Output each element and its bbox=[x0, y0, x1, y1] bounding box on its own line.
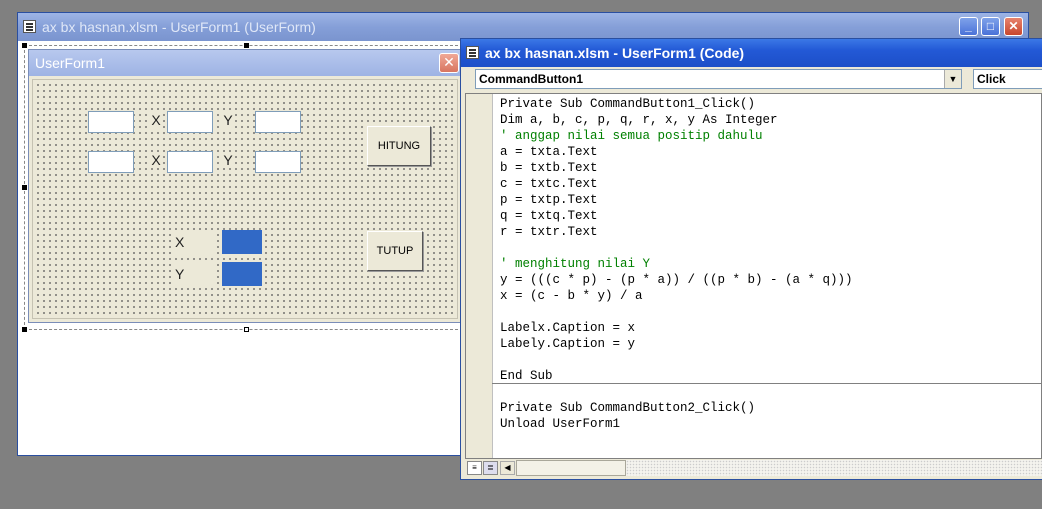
code-title-bar[interactable]: ax bx hasnan.xlsm - UserForm1 (Code) bbox=[461, 39, 1042, 67]
object-combobox-value: CommandButton1 bbox=[479, 72, 583, 86]
procedure-combobox-value: Click bbox=[977, 72, 1006, 86]
scroll-left-icon[interactable]: ◀ bbox=[500, 461, 515, 475]
txtc-textbox[interactable] bbox=[255, 111, 301, 133]
userform-body[interactable]: X Y X Y HITUNG TUTUP X Y bbox=[32, 79, 458, 319]
code-line-separator[interactable] bbox=[500, 384, 1041, 400]
scroll-track[interactable] bbox=[626, 460, 1042, 476]
minimize-button[interactable]: _ bbox=[959, 17, 978, 36]
userform1[interactable]: UserForm1 ✕ X Y X Y HITUNG TUTUP X Y bbox=[28, 49, 462, 323]
maximize-button[interactable]: □ bbox=[981, 17, 1000, 36]
code-window[interactable]: ax bx hasnan.xlsm - UserForm1 (Code) Com… bbox=[460, 38, 1042, 480]
resize-handle-tl[interactable] bbox=[22, 43, 27, 48]
scroll-thumb[interactable] bbox=[516, 460, 626, 476]
code-window-icon bbox=[466, 46, 479, 59]
row1-y-label: Y bbox=[221, 112, 235, 128]
code-line[interactable]: q = txtq.Text bbox=[500, 208, 1041, 224]
code-line[interactable] bbox=[500, 240, 1041, 256]
code-line[interactable]: Private Sub CommandButton1_Click() bbox=[500, 96, 1041, 112]
designer-title-bar[interactable]: ax bx hasnan.xlsm - UserForm1 (UserForm) bbox=[18, 13, 1028, 41]
txtp-textbox[interactable] bbox=[88, 151, 134, 173]
designer-title: ax bx hasnan.xlsm - UserForm1 (UserForm) bbox=[42, 19, 316, 35]
row2-y-label: Y bbox=[221, 152, 235, 168]
window-icon bbox=[23, 20, 36, 33]
code-line[interactable]: b = txtb.Text bbox=[500, 160, 1041, 176]
userform-title: UserForm1 bbox=[35, 55, 106, 71]
chevron-down-icon[interactable]: ▼ bbox=[944, 70, 961, 88]
procedure-combobox[interactable]: Click bbox=[973, 69, 1042, 89]
code-line[interactable]: Labely.Caption = y bbox=[500, 336, 1041, 352]
txtb-textbox[interactable] bbox=[167, 111, 213, 133]
code-line[interactable]: Private Sub CommandButton2_Click() bbox=[500, 400, 1041, 416]
code-line[interactable]: Dim a, b, c, p, q, r, x, y As Integer bbox=[500, 112, 1041, 128]
code-line[interactable]: ' menghitung nilai Y bbox=[500, 256, 1041, 272]
code-title: ax bx hasnan.xlsm - UserForm1 (Code) bbox=[485, 45, 745, 61]
object-combobox[interactable]: CommandButton1 ▼ bbox=[475, 69, 962, 89]
code-line[interactable]: y = (((c * p) - (p * a)) / ((p * b) - (a… bbox=[500, 272, 1041, 288]
txta-textbox[interactable] bbox=[88, 111, 134, 133]
margin-indicator-bar[interactable] bbox=[466, 94, 493, 458]
hitung-button[interactable]: HITUNG bbox=[367, 126, 431, 166]
code-line[interactable]: p = txtp.Text bbox=[500, 192, 1041, 208]
code-line[interactable]: r = txtr.Text bbox=[500, 224, 1041, 240]
close-button[interactable]: ✕ bbox=[1004, 17, 1023, 36]
code-line[interactable] bbox=[500, 352, 1041, 368]
procedure-view-icon[interactable]: ≡ bbox=[467, 461, 482, 475]
userform-close-icon[interactable]: ✕ bbox=[439, 53, 459, 73]
output-y-label: Y bbox=[173, 262, 215, 286]
code-line[interactable]: c = txtc.Text bbox=[500, 176, 1041, 192]
labely-output bbox=[222, 262, 262, 286]
code-line[interactable] bbox=[500, 304, 1041, 320]
txtr-textbox[interactable] bbox=[255, 151, 301, 173]
code-editor[interactable]: Private Sub CommandButton1_Click() Dim a,… bbox=[465, 93, 1042, 459]
txtq-textbox[interactable] bbox=[167, 151, 213, 173]
code-line[interactable]: a = txta.Text bbox=[500, 144, 1041, 160]
code-client-area: CommandButton1 ▼ Click Private Sub Comma… bbox=[463, 67, 1042, 477]
horizontal-scrollbar[interactable]: ≡ ≣ ◀ bbox=[465, 459, 1042, 477]
resize-handle-tc[interactable] bbox=[244, 43, 249, 48]
row1-x-label: X bbox=[149, 112, 163, 128]
resize-handle-bl[interactable] bbox=[22, 327, 27, 332]
resize-handle-ml[interactable] bbox=[22, 185, 27, 190]
code-line[interactable]: End Sub bbox=[500, 368, 1041, 384]
row2-x-label: X bbox=[149, 152, 163, 168]
code-line[interactable]: ' anggap nilai semua positip dahulu bbox=[500, 128, 1041, 144]
userform-title-bar: UserForm1 bbox=[29, 50, 461, 76]
code-line[interactable]: x = (c - b * y) / a bbox=[500, 288, 1041, 304]
full-module-view-icon[interactable]: ≣ bbox=[483, 461, 498, 475]
code-text[interactable]: Private Sub CommandButton1_Click() Dim a,… bbox=[500, 96, 1041, 432]
tutup-button[interactable]: TUTUP bbox=[367, 231, 423, 271]
resize-handle-bc[interactable] bbox=[244, 327, 249, 332]
output-x-label: X bbox=[173, 230, 215, 254]
labelx-output bbox=[222, 230, 262, 254]
code-line[interactable]: Labelx.Caption = x bbox=[500, 320, 1041, 336]
code-line[interactable]: Unload UserForm1 bbox=[500, 416, 1041, 432]
